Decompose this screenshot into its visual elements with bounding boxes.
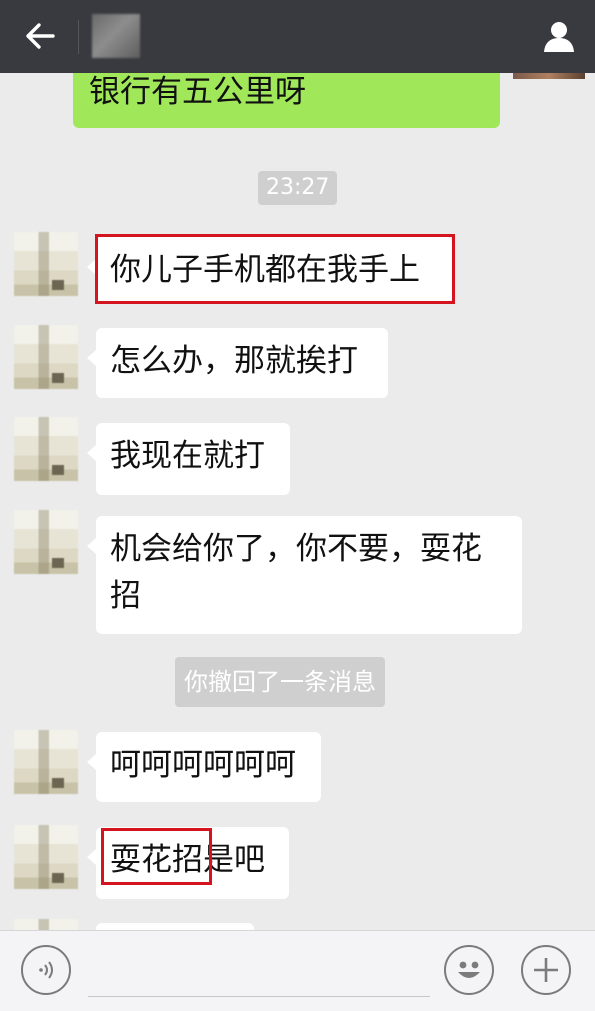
received-message[interactable]: 呵呵呵呵呵呵 [87,732,321,802]
message-text-line: 机会给你了，你不要，耍花 [110,531,482,567]
emoji-button[interactable] [444,945,494,995]
message-text: 是吧 [203,842,265,878]
message-list[interactable]: 银行有五公里呀 23:27 你儿子手机都在我手上 怎么办，那就挨打 我现在就打 … [0,73,595,930]
smiley-icon [458,961,480,978]
timestamp: 23:27 [258,171,338,205]
voice-icon [39,961,53,979]
my-avatar [513,73,585,79]
chat-header [0,0,595,73]
contact-avatar[interactable] [14,232,78,296]
received-message[interactable] [96,923,254,930]
input-underline [88,996,430,997]
arrow-left-icon [26,23,55,49]
person-icon [544,22,574,52]
contact-avatar[interactable] [14,417,78,481]
recall-notice: 你撤回了一条消息 [175,657,385,707]
header-divider [78,20,79,54]
profile-button[interactable] [537,14,581,58]
received-message[interactable]: 怎么办，那就挨打 [87,328,388,398]
contact-name-blurred [92,14,140,58]
contact-avatar[interactable] [14,825,78,889]
message-text-line: 招 [110,578,141,614]
plus-button[interactable] [521,945,571,995]
contact-avatar[interactable] [14,510,78,574]
voice-button[interactable] [21,945,71,995]
contact-avatar[interactable] [14,325,78,389]
contact-avatar[interactable] [14,919,78,930]
message-input[interactable] [88,949,434,997]
contact-avatar[interactable] [14,730,78,794]
message-text: 我现在就打 [110,438,265,474]
message-text: 怎么办，那就挨打 [110,343,358,379]
sent-message[interactable]: 银行有五公里呀 [73,73,500,128]
highlight-box [101,828,212,885]
input-bar [0,930,595,1011]
plus-icon [534,958,558,982]
message-text: 呵呵呵呵呵呵 [110,747,296,783]
highlight-box [95,234,455,304]
message-text: 银行有五公里呀 [89,74,306,110]
back-button[interactable] [18,14,62,58]
received-message[interactable]: 机会给你了，你不要，耍花 招 [87,516,522,634]
received-message[interactable]: 我现在就打 [87,423,290,495]
